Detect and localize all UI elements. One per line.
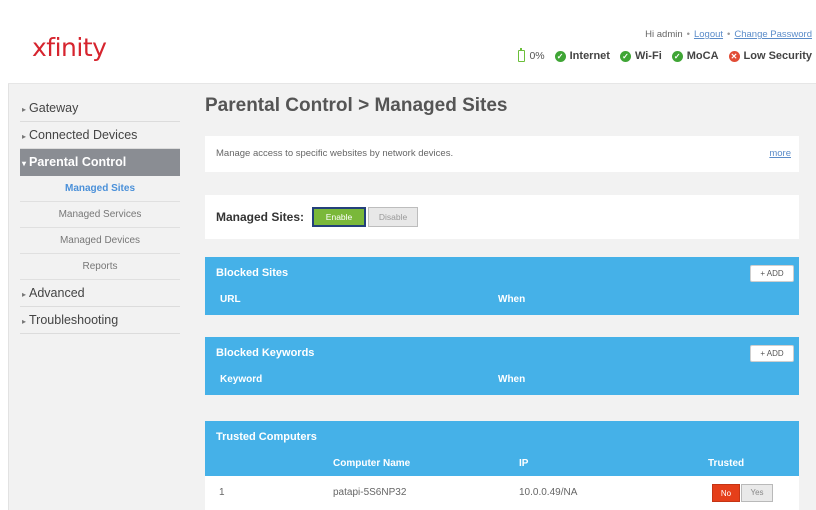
- internet-label: Internet: [569, 50, 610, 62]
- wifi-status: ✓ Wi-Fi: [619, 50, 662, 62]
- logout-link[interactable]: Logout: [694, 29, 723, 40]
- sidebar-nav: ▸ Gateway ▸ Connected Devices ▾ Parental Co…: [20, 95, 180, 334]
- column-header-when: When: [498, 294, 526, 305]
- chevron-down-icon: ▾: [22, 159, 27, 168]
- sidebar-item-label: Advanced: [29, 286, 85, 300]
- blocked-keywords-title: Blocked Keywords: [216, 347, 315, 359]
- more-link[interactable]: more: [769, 136, 791, 172]
- sidebar-item-gateway[interactable]: ▸ Gateway: [20, 95, 180, 122]
- sidebar-item-advanced[interactable]: ▸ Advanced: [20, 280, 180, 307]
- security-label: Low Security: [743, 50, 812, 62]
- sidebar-item-parental-control[interactable]: ▾ Parental Control: [20, 149, 180, 176]
- moca-status: ✓ MoCA: [671, 50, 719, 62]
- warning-icon: ✕: [728, 50, 740, 62]
- trusted-computers-title: Trusted Computers: [216, 431, 317, 443]
- blocked-sites-panel: Blocked Sites + ADD URL When: [205, 257, 799, 315]
- change-password-link[interactable]: Change Password: [734, 29, 812, 40]
- sidebar-subitem-managed-services[interactable]: Managed Services: [20, 202, 180, 228]
- table-row: 1 patapi-5S6NP32 10.0.0.49/NA No Yes: [205, 476, 799, 510]
- battery-status: 0%: [518, 48, 545, 62]
- chevron-right-icon: ▸: [22, 290, 27, 299]
- check-icon: ✓: [619, 50, 631, 62]
- column-header-url: URL: [220, 294, 241, 305]
- internet-status: ✓ Internet: [554, 50, 610, 62]
- managed-sites-toggle-box: Managed Sites: Enable Disable: [205, 195, 799, 239]
- disable-button[interactable]: Disable: [368, 207, 419, 227]
- enable-button[interactable]: Enable: [312, 207, 367, 227]
- add-blocked-keyword-button[interactable]: + ADD: [750, 345, 794, 362]
- computer-ip: 10.0.0.49/NA: [519, 487, 578, 498]
- column-header-trusted: Trusted: [708, 458, 745, 469]
- trusted-no-button[interactable]: No: [712, 484, 740, 502]
- sidebar-item-troubleshooting[interactable]: ▸ Troubleshooting: [20, 307, 180, 334]
- column-header-computer-name: Computer Name: [333, 458, 411, 469]
- check-icon: ✓: [554, 50, 566, 62]
- status-bar: 0% ✓ Internet ✓ Wi-Fi ✓ MoCA ✕ Low Secur…: [518, 48, 812, 62]
- intro-text: Manage access to specific websites by ne…: [216, 148, 454, 159]
- xfinity-logo[interactable]: xfinity: [32, 33, 107, 62]
- sidebar-subitem-managed-devices[interactable]: Managed Devices: [20, 228, 180, 254]
- sidebar-subitem-reports[interactable]: Reports: [20, 254, 180, 280]
- separator-dot: •: [686, 29, 690, 40]
- page-title: Parental Control > Managed Sites: [205, 95, 508, 116]
- check-icon: ✓: [671, 50, 683, 62]
- chevron-right-icon: ▸: [22, 317, 27, 326]
- security-status[interactable]: ✕ Low Security: [728, 50, 812, 62]
- row-index: 1: [219, 487, 225, 498]
- blocked-keywords-panel: Blocked Keywords + ADD Keyword When: [205, 337, 799, 395]
- add-blocked-site-button[interactable]: + ADD: [750, 265, 794, 282]
- computer-name: patapi-5S6NP32: [333, 487, 407, 498]
- managed-sites-label: Managed Sites:: [216, 210, 305, 224]
- battery-level: 0%: [529, 50, 545, 62]
- intro-box: Manage access to specific websites by ne…: [205, 136, 799, 172]
- main-content: Parental Control > Managed Sites Manage …: [205, 95, 799, 510]
- blocked-sites-title: Blocked Sites: [216, 267, 289, 279]
- trusted-yes-button[interactable]: Yes: [741, 484, 773, 502]
- trusted-computers-panel: Trusted Computers Computer Name IP Trust…: [205, 421, 799, 476]
- column-header-keyword: Keyword: [220, 374, 263, 385]
- sidebar-item-label: Troubleshooting: [29, 313, 119, 327]
- column-header-when: When: [498, 374, 526, 385]
- sidebar-item-label: Connected Devices: [29, 128, 138, 142]
- chevron-right-icon: ▸: [22, 132, 27, 141]
- sidebar-item-connected-devices[interactable]: ▸ Connected Devices: [20, 122, 180, 149]
- header: xfinity Hi admin • Logout • Change Password …: [8, 10, 816, 84]
- wifi-label: Wi-Fi: [634, 50, 662, 62]
- greeting: Hi admin: [645, 29, 683, 40]
- sidebar-item-label: Parental Control: [29, 155, 127, 169]
- separator-dot: •: [727, 29, 731, 40]
- chevron-right-icon: ▸: [22, 105, 27, 114]
- column-header-ip: IP: [519, 458, 529, 469]
- battery-icon: [518, 48, 526, 62]
- user-links: Hi admin • Logout • Change Password: [645, 29, 812, 40]
- moca-label: MoCA: [686, 50, 719, 62]
- sidebar-subitem-managed-sites[interactable]: Managed Sites: [20, 176, 180, 202]
- sidebar-item-label: Gateway: [29, 101, 79, 115]
